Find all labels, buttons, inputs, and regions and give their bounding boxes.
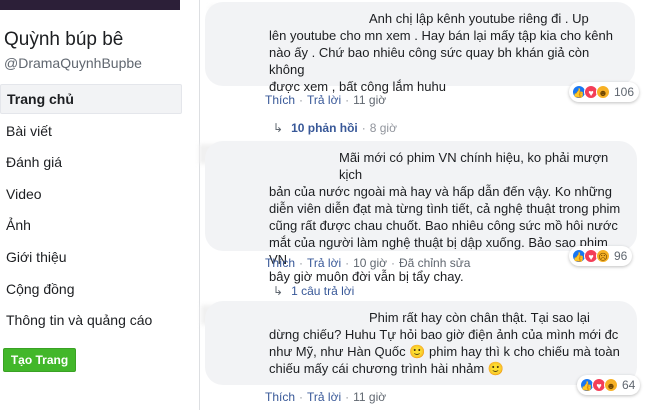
create-page-button[interactable]: Tạo Trang <box>3 348 76 372</box>
comment-text-line: nào ấy . Chứ bao nhiêu công sức quay bh … <box>269 45 590 77</box>
comment-actions: Thích · Trả lời · 10 giờ · Đã chỉnh sửa <box>265 256 471 270</box>
reaction-count: 96 <box>614 249 628 263</box>
sidebar-item-home[interactable]: Trang chủ <box>0 84 182 114</box>
sidebar-item-photos[interactable]: Ảnh <box>0 210 182 242</box>
like-link[interactable]: Thích <box>265 390 295 404</box>
reaction-summary[interactable]: 👍 ♥ ☻ 64 <box>577 375 641 395</box>
comment-time[interactable]: 11 giờ <box>353 390 386 404</box>
reply-arrow-icon: ↳ <box>273 121 284 135</box>
sidebar-item-reviews[interactable]: Đánh giá <box>0 147 182 179</box>
cover-photo[interactable] <box>0 0 180 10</box>
comment-actions: Thích · Trả lời · 11 giờ <box>265 390 387 404</box>
comment-bubble: Anh chị lập kênh youtube riêng đi . Up l… <box>205 2 635 94</box>
view-replies[interactable]: ↳ 1 câu trả lời <box>273 284 354 298</box>
replies-count[interactable]: 10 phản hồi <box>291 121 358 135</box>
sidebar-item-info-ads[interactable]: Thông tin và quảng cáo <box>0 305 182 337</box>
comment-text-line: Anh chị lập kênh youtube riêng đi . Up <box>369 11 589 26</box>
comment-text-line: cũng rất được chau chuốt. Bao nhiêu công… <box>269 218 618 233</box>
comment-time[interactable]: 10 giờ <box>353 256 387 270</box>
comment-text-line: Phim rất hay còn chân thật. Tại sao lại <box>369 310 590 325</box>
comment-actions: Thích · Trả lời · 11 giờ <box>265 93 387 107</box>
sidebar-item-about[interactable]: Giới thiệu <box>0 242 182 274</box>
comment-text-line: chiếu mấy cái chương trình hài nhảm 🙂 <box>269 361 505 376</box>
haha-icon: ☻ <box>596 85 610 99</box>
comment-bubble: Phim rất hay còn chân thật. Tại sao lại … <box>205 301 637 385</box>
comment-time[interactable]: 11 giờ <box>353 93 386 107</box>
comment-text-line: Mãi mới có phim VN chính hiệu, ko phải m… <box>339 150 609 182</box>
sidebar-item-posts[interactable]: Bài viết <box>0 116 182 148</box>
comment-text-line: lên youtube cho mn xem . Hay bán lại mấy… <box>269 28 613 43</box>
haha-icon: ☻ <box>604 378 618 392</box>
comment-text-line: diễn viên diễn đạt mà từng tình tiết, cả… <box>269 201 621 216</box>
reply-link[interactable]: Trả lời <box>307 93 341 107</box>
sidebar-item-videos[interactable]: Video <box>0 179 182 211</box>
comment-text-line: dừng chiếu? Huhu Tự hỏi bao giờ điện ảnh… <box>269 327 619 342</box>
comment-bubble: Mãi mới có phim VN chính hiệu, ko phải m… <box>205 141 637 284</box>
like-link[interactable]: Thích <box>265 93 295 107</box>
reply-arrow-icon: ↳ <box>273 284 284 298</box>
comments-feed: Anh chị lập kênh youtube riêng đi . Up l… <box>199 0 665 410</box>
page-handle[interactable]: @DramaQuynhBupbe <box>4 55 142 71</box>
page-sidebar: Quỳnh búp bê @DramaQuynhBupbe Trang chủ … <box>0 0 200 410</box>
reaction-count: 64 <box>622 378 636 392</box>
like-link[interactable]: Thích <box>265 256 295 270</box>
page-title[interactable]: Quỳnh búp bê <box>4 29 123 51</box>
sidebar-item-community[interactable]: Cộng đồng <box>0 274 182 306</box>
sad-icon: ☹ <box>596 249 610 263</box>
comment-text-line: bản của nước ngoài mà hay và hấp dẫn đến… <box>269 184 612 199</box>
comment-text-line: như Mỹ, như Hàn Quốc 🙂 phim hay thì k ch… <box>269 344 620 359</box>
replies-count[interactable]: 1 câu trả lời <box>291 284 354 298</box>
replies-time: 8 giờ <box>369 121 397 135</box>
comment-text-line: bây giờ muôn đời vẫn bị tẩy chay. <box>269 269 464 284</box>
reaction-summary[interactable]: 👍 ♥ ☹ 96 <box>569 246 633 266</box>
view-replies[interactable]: ↳ 10 phản hồi · 8 giờ <box>273 121 397 135</box>
reply-link[interactable]: Trả lời <box>307 390 341 404</box>
edited-label[interactable]: Đã chỉnh sửa <box>399 256 470 270</box>
reaction-count: 106 <box>614 85 635 99</box>
reaction-summary[interactable]: 👍 ♥ ☻ 106 <box>569 82 640 102</box>
reply-link[interactable]: Trả lời <box>307 256 341 270</box>
sidebar-nav: Trang chủ Bài viết Đánh giá Video Ảnh Gi… <box>0 84 182 337</box>
